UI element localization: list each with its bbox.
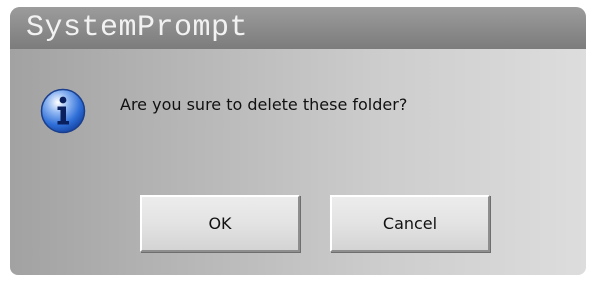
dialog-message: Are you sure to delete these folder? [120, 95, 408, 114]
cancel-button[interactable]: Cancel [330, 195, 490, 252]
info-icon [40, 88, 86, 134]
system-prompt-dialog: SystemPrompt Are you sure to delete thes… [10, 7, 586, 275]
ok-button[interactable]: OK [140, 195, 300, 252]
dialog-titlebar[interactable]: SystemPrompt [10, 7, 586, 49]
dialog-title: SystemPrompt [26, 11, 249, 45]
